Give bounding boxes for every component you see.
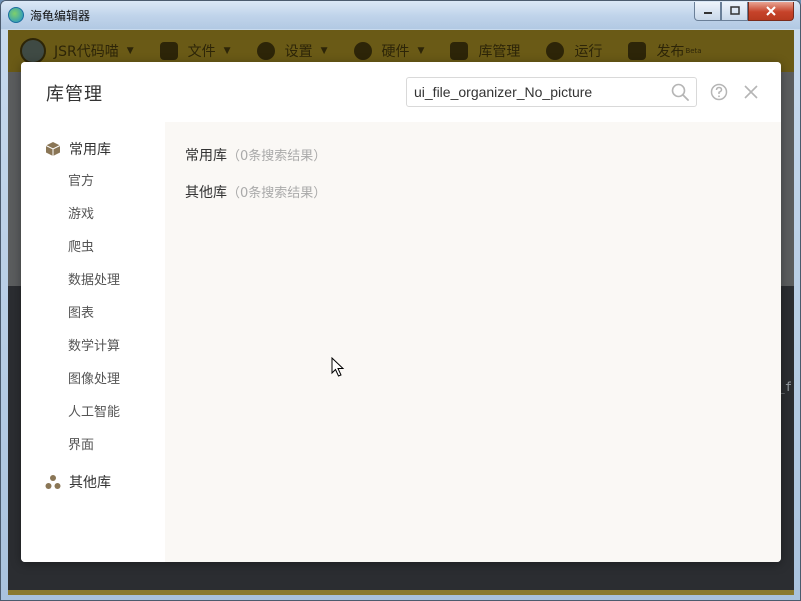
hardware-menu[interactable]: 硬件 ▼	[353, 41, 425, 61]
help-icon[interactable]	[710, 83, 728, 101]
inbox-icon	[450, 42, 469, 60]
library-button-label: 库管理	[478, 44, 521, 60]
results-count: （0条搜索结果）	[227, 186, 327, 201]
cluster-icon	[45, 475, 61, 489]
common-library-list: 官方 游戏 爬虫 数据处理 图表 数学计算 图像处理 人工智能 界面	[21, 165, 165, 462]
sidebar-item[interactable]: 游戏	[21, 198, 165, 231]
package-icon	[45, 142, 61, 156]
sidebar-item[interactable]: 数学计算	[21, 330, 165, 363]
user-avatar	[20, 38, 46, 64]
run-button[interactable]: 运行	[546, 41, 602, 61]
chevron-down-icon: ▼	[223, 46, 231, 56]
hardware-menu-label: 硬件	[381, 44, 410, 60]
sidebar-group-label: 常用库	[69, 142, 111, 158]
sidebar-item[interactable]: 图像处理	[21, 363, 165, 396]
sidebar-group-label: 其他库	[69, 475, 111, 491]
results-section-label: 常用库	[185, 148, 227, 164]
user-menu[interactable]: JSR代码喵 ▼	[20, 38, 134, 64]
library-search-box	[406, 77, 697, 107]
minimize-icon	[703, 12, 712, 14]
minimize-button[interactable]	[694, 2, 721, 21]
library-search-input[interactable]	[407, 78, 667, 106]
paper-plane-icon	[628, 42, 647, 60]
mouse-cursor-icon	[331, 357, 345, 377]
sidebar-item[interactable]: 爬虫	[21, 231, 165, 264]
library-sidebar: 常用库 官方 游戏 爬虫 数据处理 图表 数学计算 图像处理 人工智能 界面 其他库	[21, 122, 165, 562]
maximize-icon	[729, 6, 740, 15]
sidebar-item[interactable]: 数据处理	[21, 264, 165, 297]
sidebar-item[interactable]: 图表	[21, 297, 165, 330]
chevron-down-icon: ▼	[320, 46, 328, 56]
user-name: JSR代码喵	[54, 44, 119, 60]
publish-button-label: 发布	[656, 44, 685, 60]
folder-icon	[159, 42, 178, 60]
run-button-label: 运行	[574, 44, 603, 60]
sidebar-item[interactable]: 界面	[21, 429, 165, 462]
results-section-label: 其他库	[185, 185, 227, 201]
dialog-title: 库管理	[46, 84, 103, 105]
beta-badge: Beta	[685, 47, 702, 55]
close-window-button[interactable]	[748, 2, 794, 21]
robot-icon	[353, 42, 372, 60]
window-controls	[694, 2, 794, 21]
file-menu-label: 文件	[187, 44, 216, 60]
settings-menu-label: 设置	[284, 44, 313, 60]
search-results-panel: 常用库（0条搜索结果） 其他库（0条搜索结果）	[165, 122, 781, 562]
chevron-down-icon: ▼	[126, 46, 134, 56]
settings-menu[interactable]: 设置 ▼	[256, 41, 328, 61]
search-icon[interactable]	[671, 83, 689, 101]
library-button[interactable]: 库管理	[450, 41, 520, 61]
library-manager-dialog: 库管理 常	[21, 62, 781, 562]
file-menu[interactable]: 文件 ▼	[159, 41, 231, 61]
turtle-app-icon	[8, 7, 24, 23]
close-icon[interactable]	[742, 83, 760, 101]
app-window: 海龟编辑器 JSR代码喵 ▼ 文件 ▼ 设置 ▼ 硬件 ▼ 库管理 运行 发布 …	[0, 0, 801, 601]
sidebar-group-other[interactable]: 其他库	[21, 466, 165, 498]
dialog-header: 库管理	[21, 62, 781, 122]
title-bar: 海龟编辑器	[1, 1, 800, 29]
gear-icon	[256, 42, 275, 60]
close-window-icon	[766, 6, 776, 16]
status-strip	[8, 590, 794, 595]
sidebar-group-common[interactable]: 常用库	[21, 133, 165, 165]
publish-button[interactable]: 发布 Beta	[628, 41, 702, 61]
chevron-down-icon: ▼	[417, 46, 425, 56]
sidebar-item[interactable]: 人工智能	[21, 396, 165, 429]
play-icon	[546, 42, 565, 60]
window-title: 海龟编辑器	[30, 9, 91, 23]
common-results-heading: 常用库（0条搜索结果）	[185, 145, 326, 165]
maximize-button[interactable]	[721, 2, 748, 21]
other-results-heading: 其他库（0条搜索结果）	[185, 182, 326, 202]
sidebar-item[interactable]: 官方	[21, 165, 165, 198]
results-count: （0条搜索结果）	[227, 149, 327, 164]
